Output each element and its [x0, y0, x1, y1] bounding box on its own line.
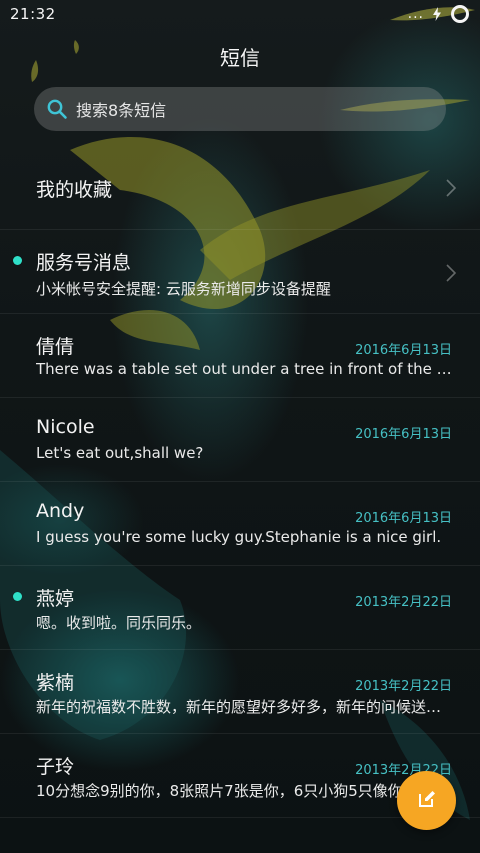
notification-dots: ...	[407, 6, 424, 22]
message-preview: I guess you're some lucky guy.Stephanie …	[36, 528, 442, 546]
status-time: 21:32	[10, 5, 56, 23]
chevron-right-icon	[446, 264, 457, 286]
compose-icon	[416, 788, 438, 814]
conversation-row[interactable]: 燕婷 2013年2月22日嗯。收到啦。同乐同乐。	[0, 566, 480, 650]
contact-name: Nicole	[36, 416, 95, 438]
chevron-right-icon	[446, 179, 457, 201]
contact-name: 子玲	[36, 756, 75, 778]
conversation-list: 倩倩 2016年6月13日 There was a table set out un…	[0, 314, 480, 818]
page-title: 短信	[220, 46, 260, 70]
service-subtitle: 小米帐号安全提醒: 云服务新增同步设备提醒	[36, 280, 331, 298]
favorites-label: 我的收藏	[36, 179, 113, 201]
status-indicators: ...	[408, 4, 470, 24]
service-title: 服务号消息	[36, 252, 132, 274]
unread-dot	[13, 592, 22, 601]
contact-name: 燕婷	[36, 588, 75, 610]
message-date: 2013年2月22日	[355, 595, 452, 610]
search-placeholder: 搜索8条短信	[76, 101, 167, 120]
conversation-row[interactable]: Nicole 2016年6月13日 Let's eat out,shall we?	[0, 398, 480, 482]
contact-name: 倩倩	[36, 336, 75, 358]
compose-button[interactable]	[397, 771, 456, 830]
message-preview: 嗯。收到啦。同乐同乐。	[36, 614, 202, 632]
message-preview: 新年的祝福数不胜数，新年的愿望好多好多，新年的问候送给你	[36, 698, 452, 716]
ring-icon	[450, 4, 470, 24]
search-bar[interactable]: 搜索8条短信	[34, 87, 446, 131]
conversation-row[interactable]: 倩倩 2016年6月13日 There was a table set out un…	[0, 314, 480, 398]
message-preview: 10分想念9别的你，8张照片7张是你，6只小狗5只像你	[36, 782, 403, 800]
message-preview: There was a table set out under a tree i…	[36, 360, 452, 378]
message-date: 2016年6月13日	[355, 427, 452, 442]
message-date: 2013年2月22日	[355, 679, 452, 694]
service-messages-row[interactable]: 服务号消息 小米帐号安全提醒: 云服务新增同步设备提醒	[0, 230, 480, 314]
unread-dot	[13, 256, 22, 265]
message-date: 2016年6月13日	[355, 511, 452, 526]
contact-name: 紫楠	[36, 672, 75, 694]
message-date: 2016年6月13日	[355, 343, 452, 358]
conversation-row[interactable]: 紫楠 2013年2月22日新年的祝福数不胜数，新年的愿望好多好多，新年的问候送给你	[0, 650, 480, 734]
status-bar: 21:32 ...	[0, 0, 480, 28]
search-icon	[46, 98, 68, 120]
conversation-row[interactable]: Andy 2016年6月13日 I guess you're some lucky …	[0, 482, 480, 566]
message-list: 我的收藏 服务号消息 小米帐号安全提醒: 云服务新增同步设备提醒 倩倩 2016年…	[0, 146, 480, 818]
bolt-icon	[432, 7, 442, 21]
message-preview: Let's eat out,shall we?	[36, 444, 204, 462]
favorites-row[interactable]: 我的收藏	[0, 146, 480, 230]
contact-name: Andy	[36, 500, 85, 522]
